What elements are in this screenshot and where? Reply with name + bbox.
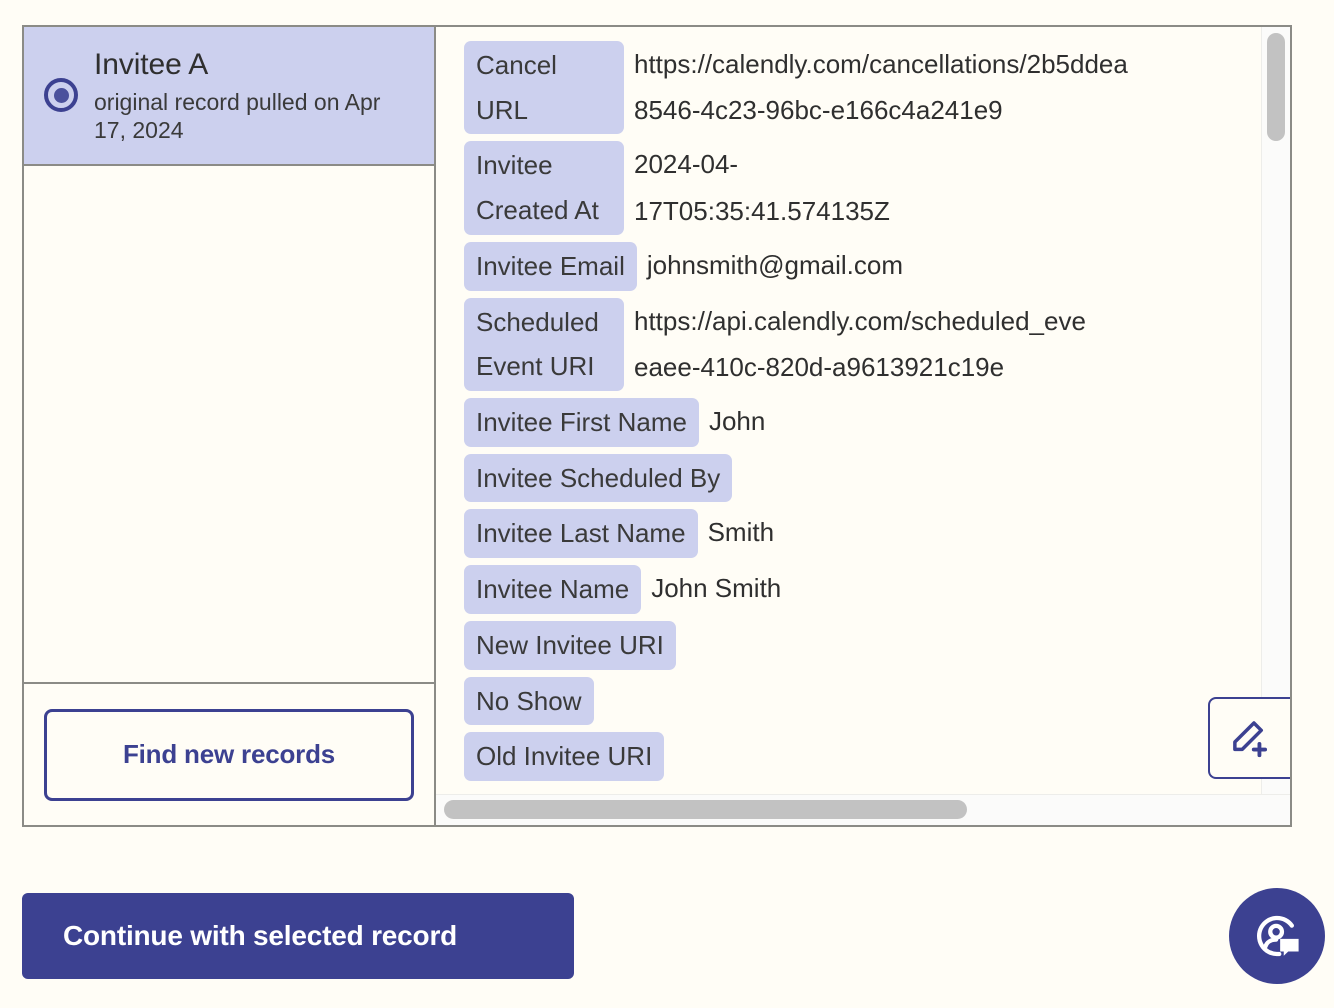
field-value: Smith [698,509,774,555]
field-value-line: 8546-4c23-96bc-e166c4a241e9 [634,95,1003,126]
field-value-line: johnsmith@gmail.com [646,249,903,280]
record-option-title: Invitee A [94,48,209,81]
record-detail-column: Cancel URL https://calendly.com/cancellat… [436,27,1290,825]
support-agent-chat-icon [1256,915,1299,957]
field-label: No Show [464,676,594,726]
support-chat-button[interactable] [1229,888,1325,984]
field-row[interactable]: Invitee Created At 2024-04- 17T05:35:41.57… [464,141,1272,235]
field-row[interactable]: Invitee Scheduled By [464,453,1272,503]
field-value-line: 2024-04- [634,149,739,180]
field-value: John Smith [641,565,781,611]
field-value-line: 17T05:35:41.574135Z [634,195,890,226]
record-list-column: Invitee A original record pulled on Apr … [24,27,436,825]
find-new-records-button[interactable]: Find new records [44,708,414,801]
field-list: Cancel URL https://calendly.com/cancellat… [436,27,1272,795]
field-row[interactable]: Invitee Last Name Smith [464,509,1272,559]
field-value: https://calendly.com/cancellations/2b5dd… [624,41,1128,134]
detail-vertical-scroll-thumb[interactable] [1267,33,1285,141]
detail-horizontal-scroll-thumb[interactable] [444,800,967,819]
radio-dot [53,87,69,103]
field-row[interactable]: Cancel URL https://calendly.com/cancellat… [464,41,1272,135]
record-option-text: Invitee A original record pulled on Apr … [94,47,416,144]
detail-horizontal-scrollbar[interactable] [436,794,1290,825]
field-row[interactable]: Invitee Email johnsmith@gmail.com [464,241,1272,291]
field-label: Invitee First Name [464,398,699,447]
field-value: https://api.calendly.com/scheduled_eveea… [624,298,1086,391]
field-label: Old Invitee URI [464,732,665,782]
field-row[interactable]: Scheduled Event URI https://api.calendly.… [464,297,1272,392]
field-label: New Invitee URI [464,620,676,670]
field-value-line: Smith [707,517,775,548]
record-option-subtitle: original record pulled on Apr 17, 2024 [94,88,381,143]
pencil-plus-icon [1233,721,1268,758]
field-row[interactable]: No Show [464,676,1272,726]
field-label: Cancel URL [464,41,624,135]
field-value-line: eaee-410c-820d-a9613921c19e [634,351,1005,382]
field-row[interactable]: Invitee Name John Smith [464,565,1272,614]
field-value-line: https://api.calendly.com/scheduled_eve [634,305,1086,336]
field-value: johnsmith@gmail.com [637,242,903,288]
record-list: Invitee A original record pulled on Apr … [24,27,434,684]
field-value-line: John Smith [651,573,782,604]
field-value-line: https://calendly.com/cancellations/2b5dd… [634,49,1128,79]
detail-vertical-scrollbar[interactable] [1261,27,1290,795]
record-radio-selected[interactable] [44,78,78,113]
field-label: Invitee Created At [464,141,624,235]
field-row[interactable]: Old Invitee URI [464,732,1272,782]
field-value-line: John [708,406,766,437]
field-label: Invitee Email [464,241,637,291]
field-value: 2024-04- 17T05:35:41.574135Z [624,141,890,234]
pencil-plus-icon-button[interactable] [1208,697,1290,779]
field-label: Invitee Scheduled By [464,453,733,503]
field-row[interactable]: Invitee First Name John [464,398,1272,447]
field-value: John [699,398,765,444]
field-row[interactable]: New Invitee URI [464,620,1272,670]
field-label: Invitee Name [464,565,642,614]
record-option-invitee-a[interactable]: Invitee A original record pulled on Apr … [24,27,434,166]
field-label: Invitee Last Name [464,509,698,559]
field-label: Scheduled Event URI [464,297,624,392]
continue-with-selected-record-button[interactable]: Continue with selected record [22,893,574,979]
find-records-area: Find new records [24,684,434,825]
record-picker-panel: Invitee A original record pulled on Apr … [22,25,1292,827]
